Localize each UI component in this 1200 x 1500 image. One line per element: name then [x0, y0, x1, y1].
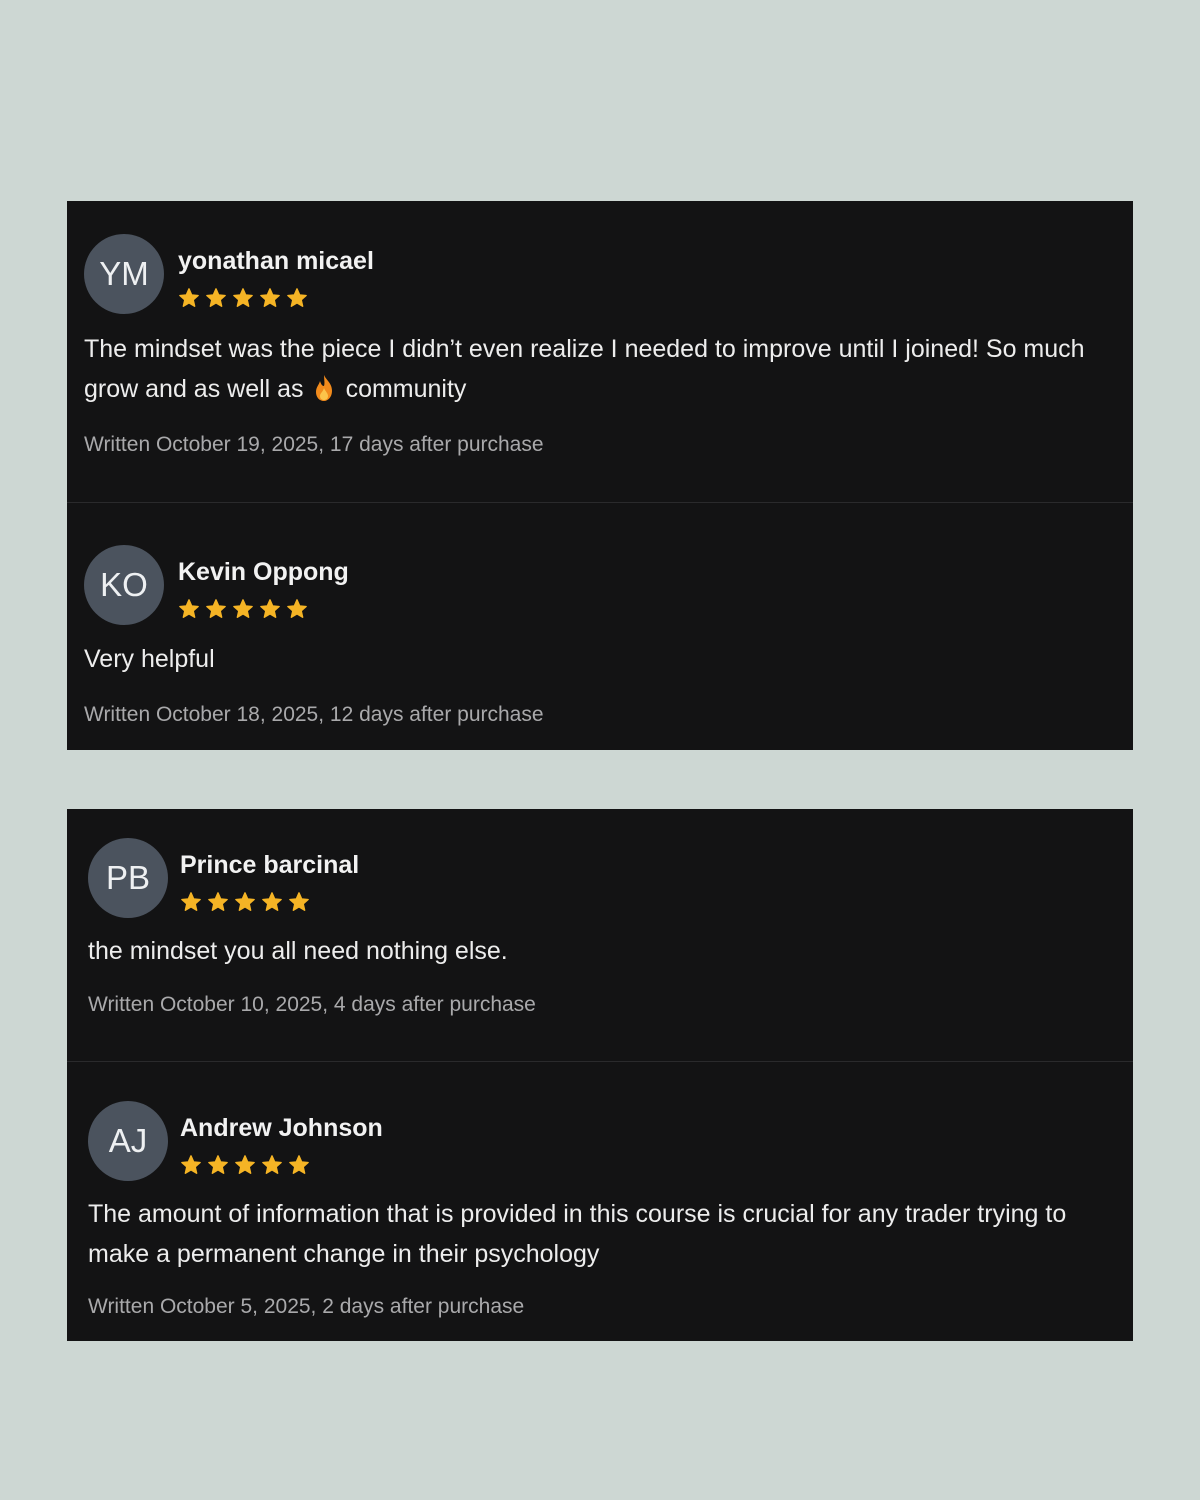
- star-icon: [262, 892, 282, 911]
- reviewer-name: Andrew Johnson: [180, 1114, 383, 1142]
- review-text: The mindset was the piece I didn’t even …: [84, 329, 1119, 409]
- star-rating: [178, 598, 308, 620]
- star-icon: [262, 1155, 282, 1174]
- reviewer-name: Prince barcinal: [180, 851, 360, 879]
- star-icon: [289, 892, 309, 911]
- review-card: YM yonathan micael The mindset was the p…: [67, 201, 1133, 750]
- star-icon: [179, 599, 199, 618]
- fire-icon: [315, 375, 332, 401]
- review-text-part: community: [345, 375, 467, 403]
- star-icon: [208, 1155, 228, 1174]
- star-icon: [235, 1155, 255, 1174]
- written-date: Written October 18, 2025, 12 days after …: [84, 703, 544, 726]
- review-card: PB Prince barcinal the mindset you all n…: [67, 809, 1133, 1341]
- star-icon: [181, 892, 201, 911]
- star-icon: [289, 1155, 309, 1174]
- avatar: KO: [84, 545, 164, 625]
- review-text: Very helpful: [84, 645, 215, 673]
- star-icon: [235, 892, 255, 911]
- reviewer-name: yonathan micael: [178, 247, 374, 275]
- avatar: YM: [84, 234, 164, 314]
- review-text: the mindset you all need nothing else.: [88, 937, 508, 965]
- star-icon: [287, 288, 307, 307]
- star-icon: [233, 599, 253, 618]
- star-icon: [260, 599, 280, 618]
- star-icon: [208, 892, 228, 911]
- star-rating: [178, 287, 308, 309]
- review-item: PB Prince barcinal the mindset you all n…: [67, 809, 1133, 1061]
- star-icon: [260, 288, 280, 307]
- written-date: Written October 19, 2025, 17 days after …: [84, 433, 544, 456]
- star-rating: [180, 1154, 310, 1176]
- star-rating: [180, 891, 310, 913]
- written-date: Written October 10, 2025, 4 days after p…: [88, 993, 536, 1016]
- star-icon: [206, 599, 226, 618]
- star-icon: [287, 599, 307, 618]
- review-item: YM yonathan micael The mindset was the p…: [67, 201, 1133, 502]
- star-icon: [233, 288, 253, 307]
- star-icon: [206, 288, 226, 307]
- review-item: KO Kevin Oppong Very helpful Written Oct…: [67, 503, 1133, 750]
- written-date: Written October 5, 2025, 2 days after pu…: [88, 1295, 525, 1318]
- star-icon: [179, 288, 199, 307]
- review-text-part: The mindset was the piece I didn’t even …: [84, 335, 1085, 403]
- avatar: AJ: [88, 1101, 168, 1181]
- review-item: AJ Andrew Johnson The amount of informat…: [67, 1062, 1133, 1341]
- avatar: PB: [88, 838, 168, 918]
- review-text: The amount of information that is provid…: [88, 1200, 1067, 1268]
- star-icon: [181, 1155, 201, 1174]
- reviewer-name: Kevin Oppong: [178, 558, 349, 586]
